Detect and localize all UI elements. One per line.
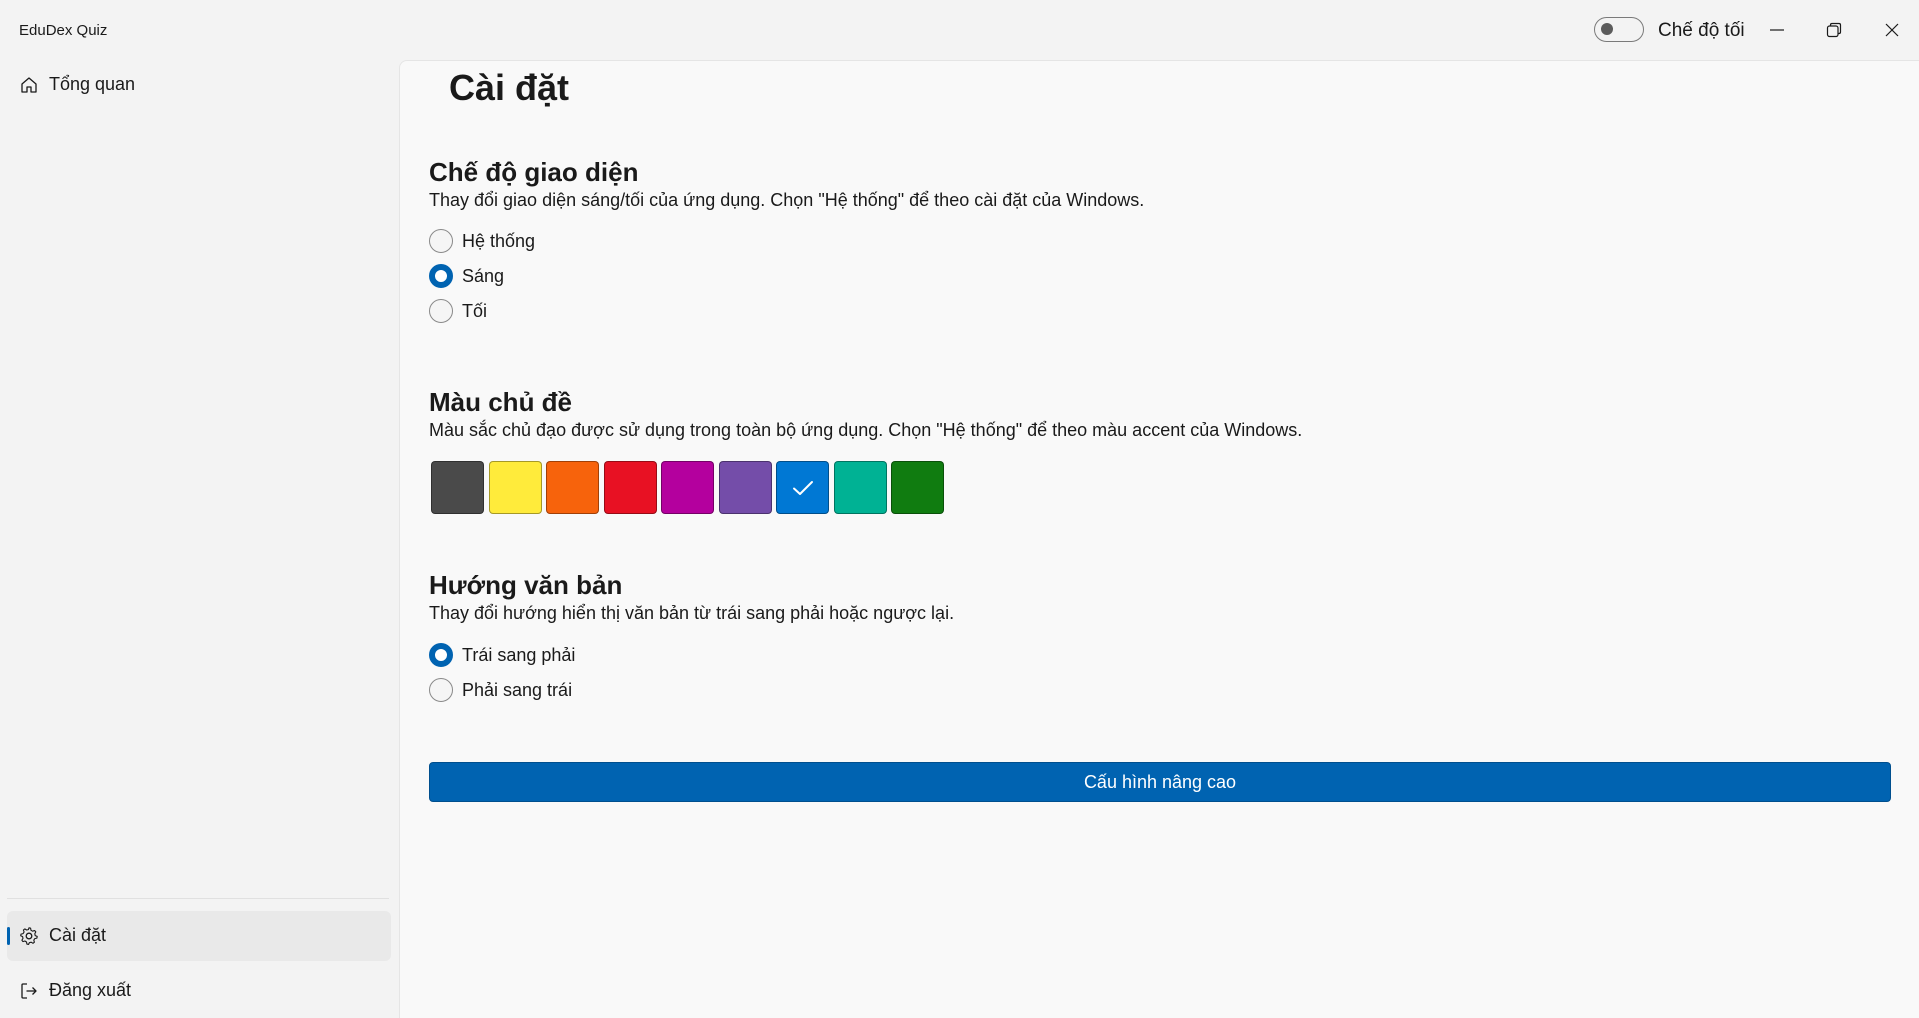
close-button[interactable] — [1872, 10, 1912, 50]
advanced-config-button[interactable]: Cấu hình nâng cao — [429, 762, 1891, 802]
checkmark-icon — [793, 481, 813, 495]
radio-circle — [429, 643, 453, 667]
sign-out-icon — [21, 983, 37, 999]
text-direction-title: Hướng văn bản — [429, 570, 623, 600]
color-swatch[interactable] — [661, 461, 714, 514]
sidebar-item-settings[interactable]: Cài đặt — [7, 911, 391, 961]
minimize-button[interactable] — [1757, 10, 1797, 50]
sidebar-item-logout[interactable]: Đăng xuất — [7, 966, 391, 1016]
accent-color-title: Màu chủ đề — [429, 387, 573, 417]
radio-label: Trái sang phải — [462, 645, 576, 665]
accent-color-description: Màu sắc chủ đạo được sử dụng trong toàn … — [429, 420, 1303, 440]
color-swatch[interactable] — [488, 461, 542, 514]
text-direction-description: Thay đổi hướng hiển thị văn bản từ trái … — [429, 603, 955, 623]
home-icon — [21, 77, 37, 93]
radio-label: Phải sang trái — [462, 680, 573, 700]
sidebar-divider — [7, 898, 389, 899]
selection-indicator — [7, 927, 10, 945]
minimize-icon — [1770, 29, 1784, 31]
restore-icon — [1826, 22, 1842, 38]
sidebar-item-overview[interactable]: Tổng quan — [7, 60, 391, 110]
radio-circle — [429, 229, 453, 253]
settings-page: Cài đặt Chế độ giao diện Thay đổi giao d… — [399, 60, 1919, 1018]
sidebar-item-label: Đăng xuất — [49, 980, 132, 1000]
color-swatch-selected[interactable] — [776, 461, 829, 514]
page-title: Cài đặt — [449, 67, 570, 108]
color-swatch[interactable] — [603, 461, 657, 514]
restore-button[interactable] — [1814, 10, 1854, 50]
color-swatch[interactable] — [833, 461, 887, 514]
dark-mode-toggle[interactable] — [1594, 17, 1644, 42]
radio-label: Tối — [462, 301, 488, 321]
theme-mode-description: Thay đổi giao diện sáng/tối của ứng dụng… — [429, 190, 1145, 210]
dark-mode-toggle-label: Chế độ tối — [1658, 20, 1745, 41]
sidebar: Tổng quan Cài đặt Đăng xuất — [0, 60, 398, 1018]
radio-label: Sáng — [462, 266, 505, 286]
gear-icon — [20, 927, 38, 945]
radio-circle — [429, 299, 453, 323]
color-swatch[interactable] — [891, 461, 944, 514]
sidebar-item-label: Cài đặt — [49, 925, 107, 945]
radio-circle — [429, 678, 453, 702]
theme-mode-title: Chế độ giao diện — [429, 157, 639, 187]
app-title: EduDex Quiz — [19, 22, 108, 39]
sidebar-item-label: Tổng quan — [49, 74, 136, 94]
radio-label: Hệ thống — [462, 231, 536, 251]
close-icon — [1885, 23, 1899, 37]
color-swatch[interactable] — [718, 461, 772, 514]
toggle-knob — [1601, 23, 1613, 35]
radio-circle — [429, 264, 453, 288]
title-bar: EduDex Quiz Chế độ tối — [0, 0, 1919, 60]
color-swatch[interactable] — [546, 461, 599, 514]
color-swatch[interactable] — [431, 461, 484, 514]
